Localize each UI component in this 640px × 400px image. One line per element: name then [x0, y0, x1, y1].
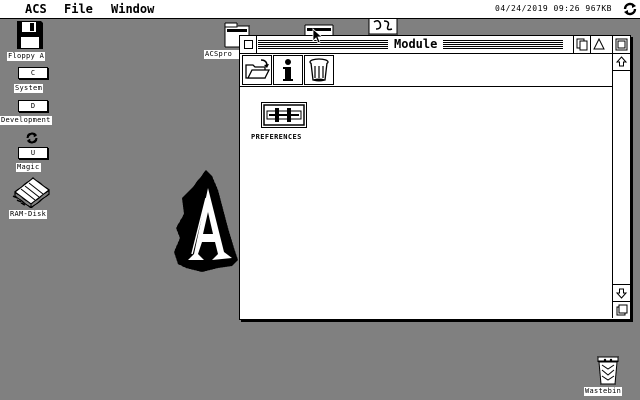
- ram-disk-drive[interactable]: [11, 174, 51, 209]
- floppy-a-label: Floppy A: [7, 52, 46, 61]
- open-button[interactable]: [242, 55, 272, 85]
- fullsize-button[interactable]: [612, 36, 630, 53]
- preferences-label: PREFERENCES: [251, 133, 302, 141]
- wastebin[interactable]: [594, 355, 622, 385]
- script-icon: [368, 17, 398, 35]
- resize-icon: [616, 304, 628, 316]
- trash-icon: [597, 356, 619, 385]
- floppy-disk-icon: [17, 21, 43, 49]
- menu-acs[interactable]: ACS: [25, 1, 47, 17]
- arrow-up-icon: [615, 56, 628, 67]
- menu-bar: ACS File Window 04/24/2019 09:26 967KB: [0, 0, 640, 19]
- development-drive-label: Development: [0, 116, 52, 125]
- iconify-icon: [576, 38, 588, 51]
- development-drive-icon[interactable]: D: [18, 100, 48, 112]
- hidden-script-icon[interactable]: [368, 17, 398, 35]
- acspro-label: ACSpro: [204, 50, 240, 59]
- wastebin-label: Wastebin: [584, 387, 623, 396]
- open-folder-icon: [245, 59, 271, 79]
- backdrop-button[interactable]: [590, 36, 607, 53]
- scroll-up-button[interactable]: [613, 54, 630, 71]
- window-toolbar: [240, 54, 612, 87]
- preferences-module[interactable]: [261, 102, 307, 128]
- delete-button[interactable]: [304, 55, 334, 85]
- window-title: Module: [388, 37, 444, 52]
- trash-icon: [309, 58, 329, 82]
- acs-logo-artwork: [174, 170, 238, 272]
- window-titlebar[interactable]: Module: [240, 36, 630, 54]
- refresh-icon[interactable]: [622, 1, 638, 17]
- menu-window[interactable]: Window: [111, 1, 154, 17]
- fullsize-icon: [615, 38, 628, 51]
- ram-disk-label: RAM-Disk: [9, 210, 48, 219]
- ram-disk-icon: [12, 177, 50, 209]
- triangle-icon: [593, 37, 605, 50]
- system-drive-icon[interactable]: C: [18, 67, 48, 79]
- preferences-icon: [261, 102, 307, 128]
- module-window: Module PREFERENCES: [239, 35, 631, 320]
- iconify-button[interactable]: [573, 36, 590, 53]
- menu-file[interactable]: File: [64, 1, 93, 17]
- arrow-down-icon: [615, 288, 628, 299]
- floppy-a-drive[interactable]: [16, 20, 44, 50]
- vertical-scrollbar[interactable]: [612, 54, 630, 318]
- magic-drive-icon[interactable]: U: [18, 147, 48, 159]
- resize-button[interactable]: [613, 301, 630, 318]
- info-icon: [283, 59, 293, 81]
- close-button[interactable]: [240, 36, 257, 53]
- scroll-down-button[interactable]: [613, 284, 630, 301]
- close-icon: [244, 40, 253, 49]
- clock-status: 04/24/2019 09:26 967KB: [495, 4, 612, 13]
- magic-drive-label: Magic: [16, 163, 41, 172]
- mouse-pointer-icon: [312, 28, 324, 44]
- info-button[interactable]: [273, 55, 303, 85]
- magic-refresh-icon: [26, 132, 38, 144]
- system-drive-label: System: [14, 84, 44, 93]
